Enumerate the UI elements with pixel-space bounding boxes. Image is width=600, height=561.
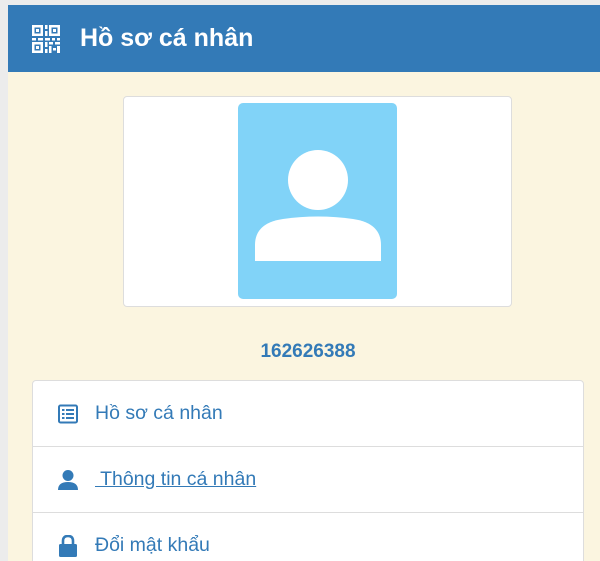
profile-panel: Hồ sơ cá nhân 162626388 Hồ sơ cá nhân Th…: [8, 5, 600, 561]
menu-item-label: Đổi mật khẩu: [95, 534, 210, 556]
menu-item-label: Thông tin cá nhân: [95, 468, 257, 490]
profile-menu: Hồ sơ cá nhân Thông tin cá nhân Đổi mật …: [32, 380, 584, 561]
avatar[interactable]: [238, 103, 397, 299]
user-icon: [57, 469, 79, 491]
menu-item-personal-info[interactable]: Thông tin cá nhân: [33, 447, 583, 513]
menu-item-change-password[interactable]: Đổi mật khẩu: [33, 513, 583, 561]
page-title: Hồ sơ cá nhân: [80, 24, 254, 52]
lock-icon: [57, 534, 79, 557]
panel-header: Hồ sơ cá nhân: [8, 5, 600, 72]
list-alt-icon: [57, 403, 79, 425]
avatar-frame: [123, 96, 512, 307]
menu-item-label: Hồ sơ cá nhân: [95, 402, 223, 424]
user-id: 162626388: [260, 341, 356, 362]
qrcode-icon: [32, 24, 80, 53]
menu-item-profile[interactable]: Hồ sơ cá nhân: [33, 381, 583, 447]
user-silhouette-icon: [255, 150, 381, 261]
